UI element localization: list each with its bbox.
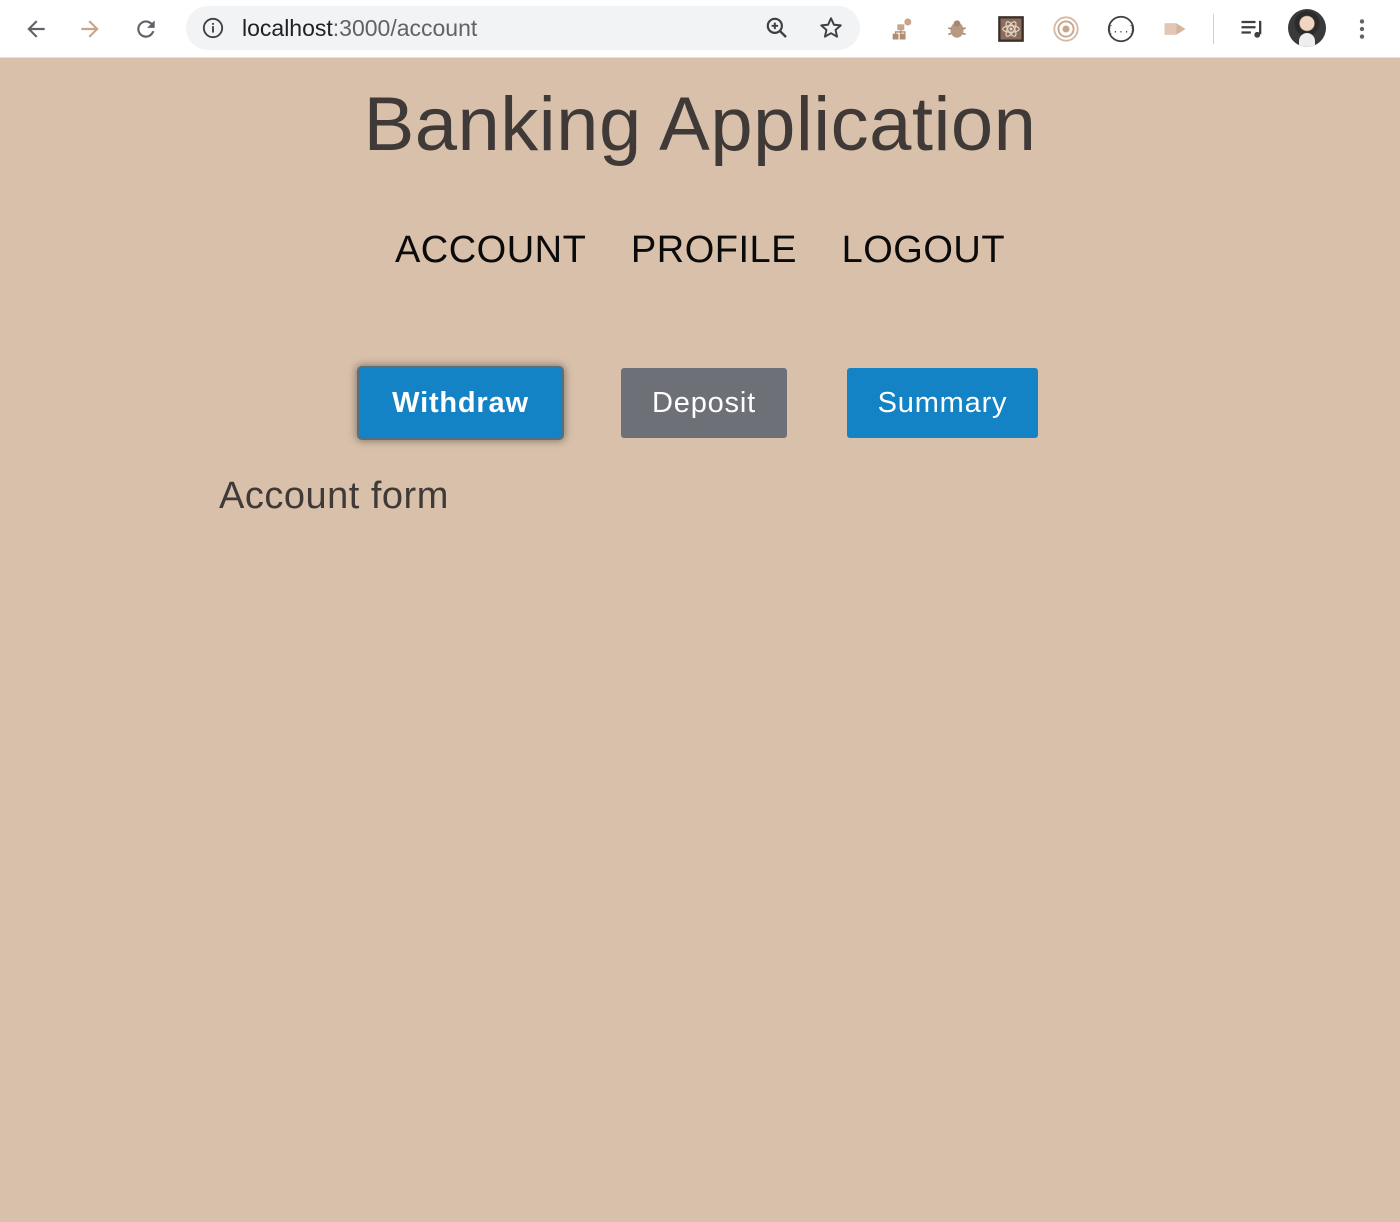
deposit-button[interactable]: Deposit: [621, 368, 787, 438]
back-arrow-icon[interactable]: [16, 9, 56, 49]
extension-media-icon[interactable]: [1158, 12, 1192, 46]
extension-json-icon[interactable]: {...}: [1104, 12, 1138, 46]
nav-account[interactable]: ACCOUNT: [395, 229, 586, 271]
extension-target-icon[interactable]: [1049, 12, 1083, 46]
page-content: Banking Application ACCOUNT PROFILE LOGO…: [0, 59, 1400, 1222]
reload-icon[interactable]: [126, 9, 166, 49]
playlist-icon[interactable]: [1235, 12, 1269, 46]
form-heading: Account form: [219, 475, 449, 517]
url-path: :3000/account: [332, 15, 478, 41]
toolbar-separator: [1213, 14, 1214, 44]
extension-org-icon[interactable]: [885, 12, 919, 46]
summary-button[interactable]: Summary: [847, 368, 1038, 438]
url-text: localhost:3000/account: [242, 6, 477, 50]
star-icon[interactable]: [818, 15, 844, 41]
withdraw-button[interactable]: Withdraw: [359, 368, 562, 438]
svg-text:{...}: {...}: [1107, 25, 1135, 36]
profile-avatar[interactable]: [1288, 9, 1326, 47]
extension-bug-icon[interactable]: [940, 12, 974, 46]
address-bar[interactable]: localhost:3000/account: [186, 6, 860, 50]
app-title: Banking Application: [363, 82, 1037, 167]
browser-toolbar: localhost:3000/account {...}: [0, 0, 1400, 58]
info-icon[interactable]: [202, 17, 224, 39]
forward-arrow-icon[interactable]: [70, 9, 110, 49]
extension-react-icon[interactable]: [994, 12, 1028, 46]
nav-profile[interactable]: PROFILE: [631, 229, 797, 271]
more-vert-icon[interactable]: [1342, 9, 1382, 49]
url-host: localhost: [242, 15, 333, 41]
main-nav: ACCOUNT PROFILE LOGOUT: [0, 229, 1400, 272]
nav-logout[interactable]: LOGOUT: [842, 229, 1005, 271]
zoom-in-icon[interactable]: [764, 15, 790, 41]
